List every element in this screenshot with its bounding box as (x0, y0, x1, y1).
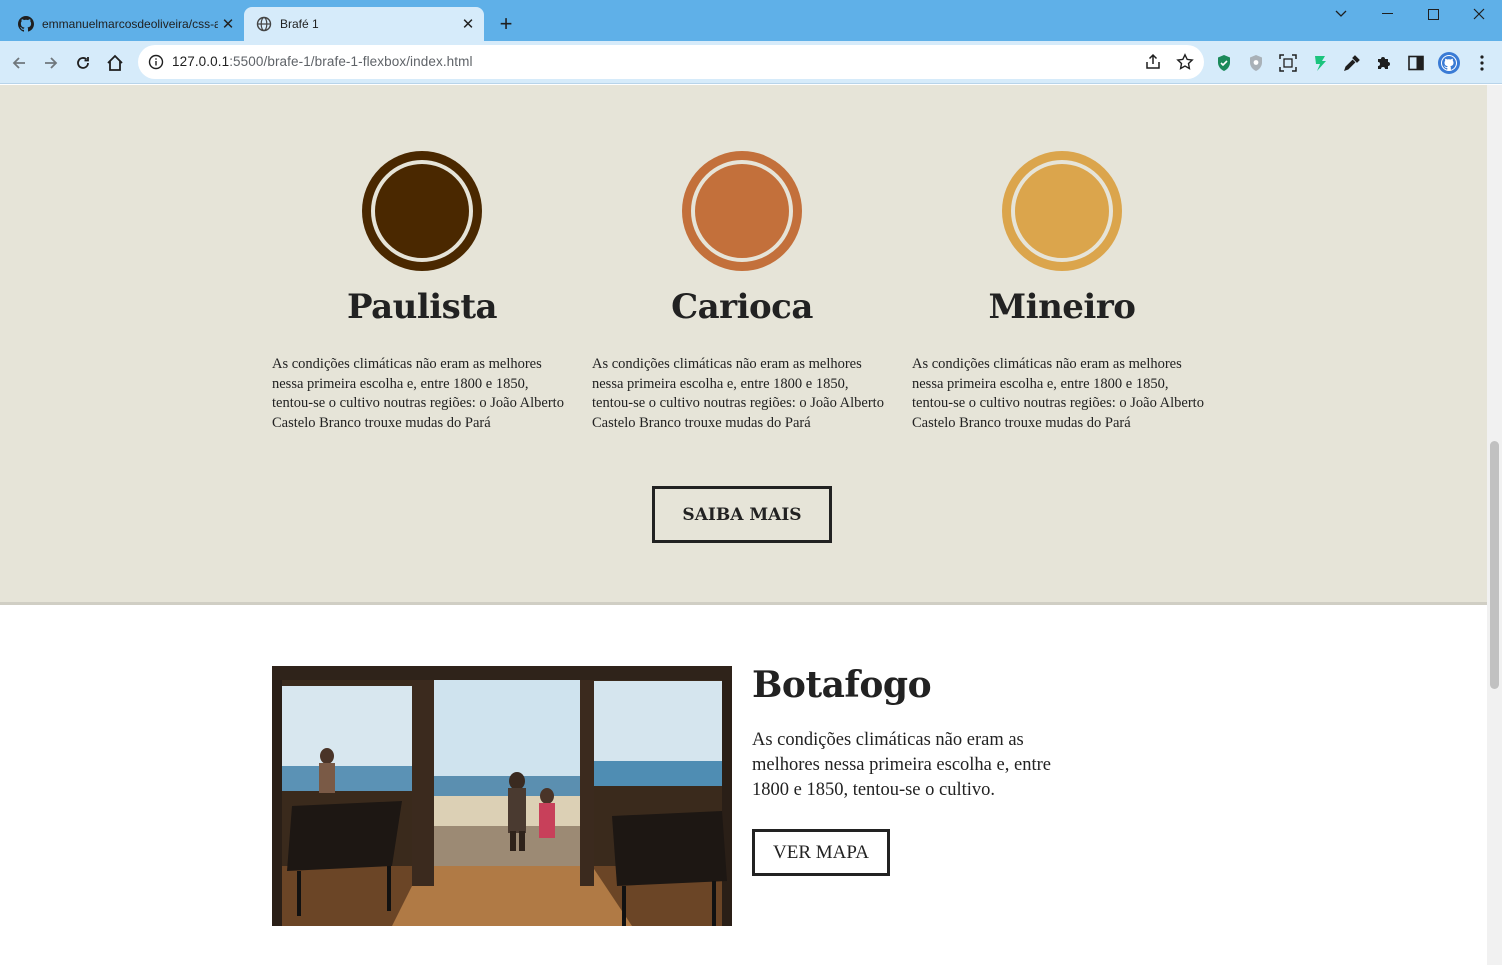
feature-paulista: Paulista As condições climáticas não era… (272, 151, 572, 433)
feature-text: As condições climáticas não eram as melh… (592, 356, 884, 431)
feature-text: As condições climáticas não eram as melh… (272, 356, 564, 431)
url-text: 127.0.0.1:5500/brafe-1/brafe-1-flexbox/i… (172, 54, 473, 69)
saiba-mais-button[interactable]: SAIBA MAIS (652, 486, 832, 543)
close-icon[interactable]: ✕ (458, 14, 478, 34)
address-bar[interactable]: 127.0.0.1:5500/brafe-1/brafe-1-flexbox/i… (138, 45, 1204, 79)
feature-mineiro: Mineiro As condições climáticas não eram… (912, 151, 1212, 433)
shield-extension-icon[interactable] (1214, 53, 1234, 73)
maximize-button[interactable] (1410, 0, 1456, 28)
tab-search-icon[interactable] (1318, 0, 1364, 28)
browser-toolbar: 127.0.0.1:5500/brafe-1/brafe-1-flexbox/i… (0, 41, 1502, 84)
coffee-circle (682, 151, 802, 271)
scroll-thumb[interactable] (1490, 441, 1499, 689)
globe-icon (256, 16, 272, 32)
feature-title: Mineiro (988, 287, 1136, 327)
feature-title: Paulista (346, 287, 498, 327)
figma-extension-icon[interactable] (1310, 53, 1330, 73)
eyedropper-icon[interactable] (1342, 53, 1362, 73)
feature-text: As condições climáticas não eram as melh… (912, 356, 1204, 431)
profile-avatar[interactable] (1437, 51, 1461, 75)
coffee-circle (1002, 151, 1122, 271)
coffee-circle (362, 151, 482, 271)
back-button[interactable] (5, 49, 33, 77)
close-icon[interactable]: ✕ (218, 14, 238, 34)
side-panel-icon[interactable] (1406, 53, 1426, 73)
place-description: As condições climáticas não eram as melh… (752, 730, 1051, 800)
page-viewport: Paulista As condições climáticas não era… (0, 85, 1502, 965)
privacy-extension-icon[interactable] (1246, 53, 1266, 73)
forward-button[interactable] (37, 49, 65, 77)
extensions-puzzle-icon[interactable] (1374, 53, 1394, 73)
tab-github[interactable]: emmanuelmarcosdeoliveira/css-a ✕ (8, 7, 244, 41)
share-icon[interactable] (1144, 53, 1162, 71)
home-button[interactable] (101, 49, 129, 77)
page-scrollbar[interactable] (1487, 85, 1502, 965)
screenshot-extension-icon[interactable] (1278, 53, 1298, 73)
reload-button[interactable] (69, 49, 97, 77)
browser-tab-bar: emmanuelmarcosdeoliveira/css-a ✕ Brafé 1… (0, 0, 1502, 41)
feature-carioca: Carioca As condições climáticas não eram… (592, 151, 892, 433)
url-path: :5500/brafe-1/brafe-1-flexbox/index.html (229, 54, 473, 69)
place-title: Botafogo (752, 664, 932, 706)
more-menu-icon[interactable] (1472, 53, 1492, 73)
bookmark-star-icon[interactable] (1176, 53, 1194, 71)
ver-mapa-button[interactable]: VER MAPA (752, 829, 890, 876)
tab-brafe[interactable]: Brafé 1 ✕ (244, 7, 484, 41)
tab-title: emmanuelmarcosdeoliveira/css-a (42, 17, 218, 31)
feature-title: Carioca (671, 287, 813, 327)
url-host: 127.0.0.1 (172, 54, 230, 69)
site-info-icon[interactable] (148, 54, 164, 70)
github-icon (18, 16, 34, 32)
cafe-beach-photo (272, 666, 732, 926)
coffee-types-section: Paulista As condições climáticas não era… (0, 85, 1487, 605)
minimize-button[interactable] (1364, 0, 1410, 28)
close-window-button[interactable] (1456, 0, 1502, 28)
tab-title: Brafé 1 (280, 17, 319, 31)
new-tab-button[interactable]: + (494, 11, 518, 36)
